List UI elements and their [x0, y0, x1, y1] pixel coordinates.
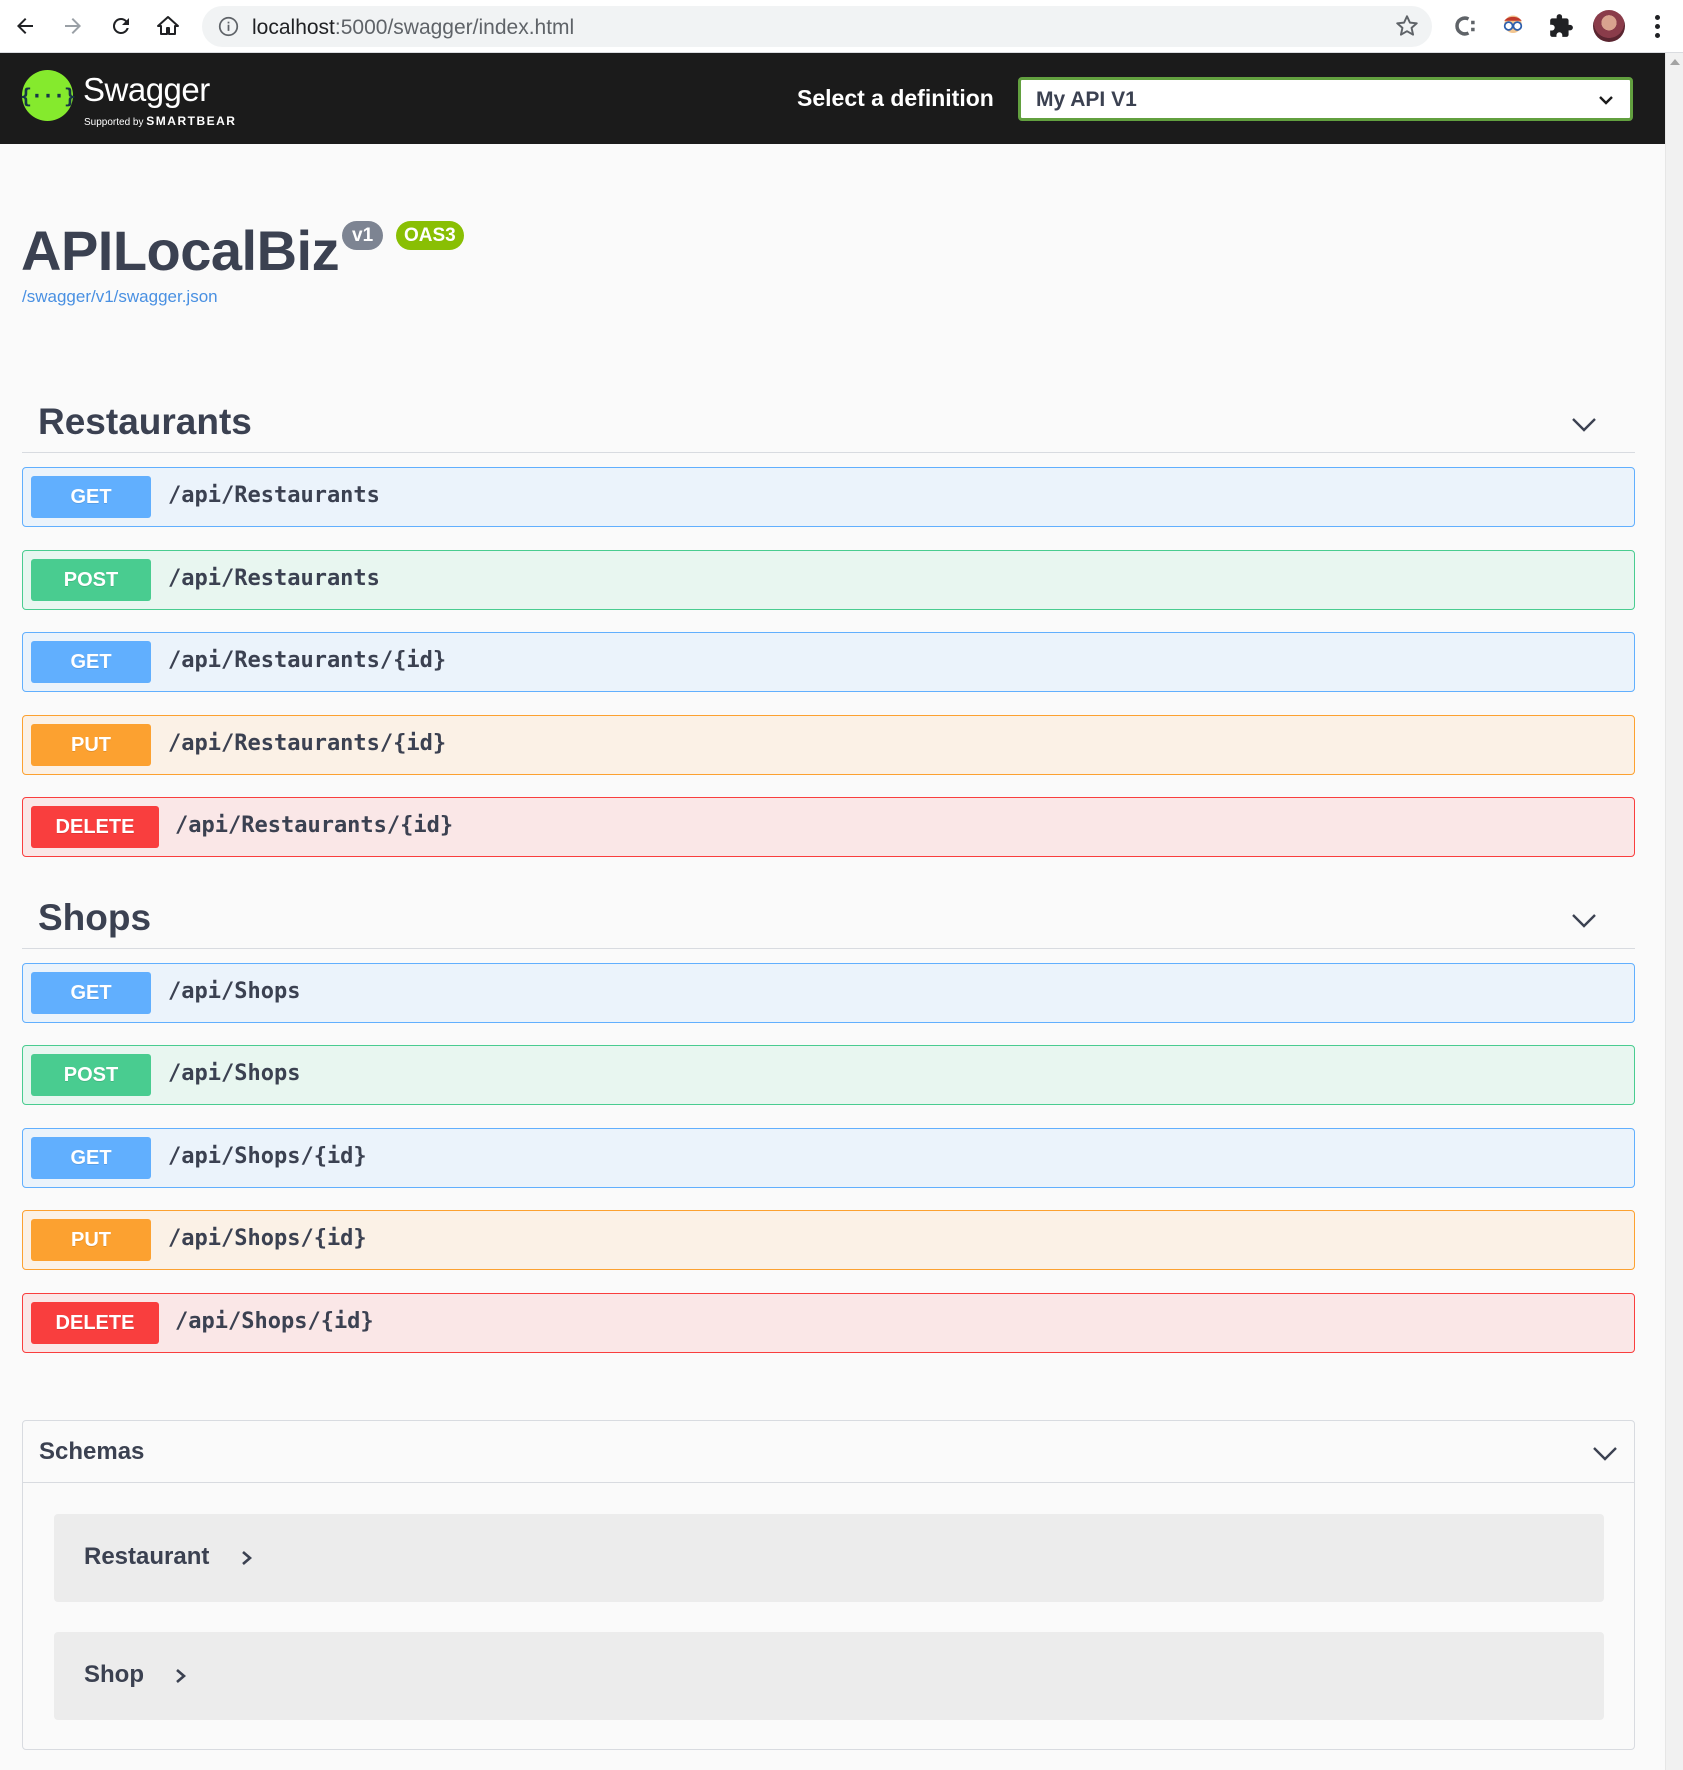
method-badge: GET [31, 641, 151, 683]
home-icon [157, 16, 179, 35]
bookmark-star-icon[interactable] [1394, 13, 1420, 39]
schemas-section: Schemas Restaurant Shop [22, 1420, 1635, 1750]
endpoint-path: /api/Shops/{id} [168, 1226, 367, 1251]
browser-toolbar: localhost:5000/swagger/index.html [0, 0, 1683, 53]
tag-title: Restaurants [38, 401, 252, 442]
endpoint-path: /api/Restaurants [168, 483, 380, 508]
endpoint-path: /api/Restaurants [168, 566, 380, 591]
method-badge: GET [31, 476, 151, 518]
endpoint-path: /api/Restaurants/{id} [168, 648, 447, 673]
chevron-down-icon [1593, 1447, 1617, 1461]
tag-restaurants[interactable]: Restaurants [22, 397, 1635, 453]
method-badge: PUT [31, 1219, 151, 1261]
smartbear-tagline: Supported by SMARTBEAR [84, 114, 237, 128]
opblock-delete[interactable]: DELETE /api/Restaurants/{id} [22, 797, 1635, 857]
swagger-topbar: {···} Swagger Supported by SMARTBEAR Sel… [0, 53, 1665, 144]
opblock-delete[interactable]: DELETE /api/Shops/{id} [22, 1293, 1635, 1353]
method-badge: POST [31, 559, 151, 601]
definition-value: My API V1 [1036, 88, 1137, 111]
arrow-right-icon [65, 18, 81, 34]
definition-label: Select a definition [797, 85, 994, 111]
page-scrollbar[interactable] [1665, 53, 1683, 1770]
opblock-put[interactable]: PUT /api/Shops/{id} [22, 1210, 1635, 1270]
method-badge: DELETE [31, 1302, 159, 1344]
chevron-down-icon [1599, 96, 1613, 105]
endpoint-path: /api/Shops/{id} [175, 1309, 374, 1334]
tag-shops[interactable]: Shops [22, 893, 1635, 949]
address-bar[interactable]: localhost:5000/swagger/index.html [202, 6, 1432, 47]
chevron-down-icon [1572, 914, 1596, 928]
version-badge: v1 [342, 221, 384, 250]
extension-glasses-icon[interactable] [1497, 10, 1529, 42]
method-badge: GET [31, 972, 151, 1014]
method-badge: PUT [31, 724, 151, 766]
api-title: APILocalBiz [21, 219, 340, 282]
model-name: Shop [84, 1661, 144, 1688]
method-badge: POST [31, 1054, 151, 1096]
profile-avatar[interactable] [1593, 10, 1625, 42]
scroll-up-icon[interactable] [1670, 59, 1680, 65]
info-icon[interactable] [218, 16, 239, 37]
endpoint-path: /api/Shops [168, 1061, 301, 1086]
model-name: Restaurant [84, 1543, 210, 1570]
endpoint-path: /api/Restaurants/{id} [168, 731, 447, 756]
swagger-logo-icon[interactable]: {···} [20, 70, 76, 121]
chevron-right-icon [176, 1669, 186, 1683]
chevron-down-icon [1572, 418, 1596, 432]
home-button[interactable] [150, 8, 186, 44]
oas-badge: OAS3 [396, 221, 464, 250]
browser-menu-icon[interactable] [1650, 10, 1664, 42]
forward-button[interactable] [55, 8, 91, 44]
opblock-get[interactable]: GET /api/Shops [22, 963, 1635, 1023]
reload-button[interactable] [103, 8, 139, 44]
definition-select[interactable]: My API V1 [1018, 77, 1633, 121]
extension-c-icon[interactable] [1449, 10, 1481, 42]
arrow-left-icon [17, 18, 33, 34]
opblock-put[interactable]: PUT /api/Restaurants/{id} [22, 715, 1635, 775]
endpoint-path: /api/Restaurants/{id} [175, 813, 454, 838]
model-restaurant[interactable]: Restaurant [54, 1514, 1604, 1602]
swagger-json-link[interactable]: /swagger/v1/swagger.json [22, 287, 218, 307]
opblock-post[interactable]: POST /api/Shops [22, 1045, 1635, 1105]
opblock-post[interactable]: POST /api/Restaurants [22, 550, 1635, 610]
url-text[interactable]: localhost:5000/swagger/index.html [252, 16, 574, 40]
endpoint-path: /api/Shops [168, 979, 301, 1004]
schemas-header[interactable]: Schemas [23, 1421, 1634, 1483]
model-shop[interactable]: Shop [54, 1632, 1604, 1720]
opblock-get[interactable]: GET /api/Restaurants/{id} [22, 632, 1635, 692]
tag-title: Shops [38, 897, 152, 938]
schemas-title: Schemas [39, 1438, 145, 1465]
opblock-get[interactable]: GET /api/Restaurants [22, 467, 1635, 527]
extensions-puzzle-icon[interactable] [1545, 10, 1577, 42]
opblock-get[interactable]: GET /api/Shops/{id} [22, 1128, 1635, 1188]
back-button[interactable] [7, 8, 43, 44]
reload-icon [112, 17, 129, 34]
swagger-logo-text[interactable]: Swagger [83, 71, 210, 109]
method-badge: DELETE [31, 806, 159, 848]
endpoint-path: /api/Shops/{id} [168, 1144, 367, 1169]
method-badge: GET [31, 1137, 151, 1179]
chevron-right-icon [242, 1551, 252, 1565]
